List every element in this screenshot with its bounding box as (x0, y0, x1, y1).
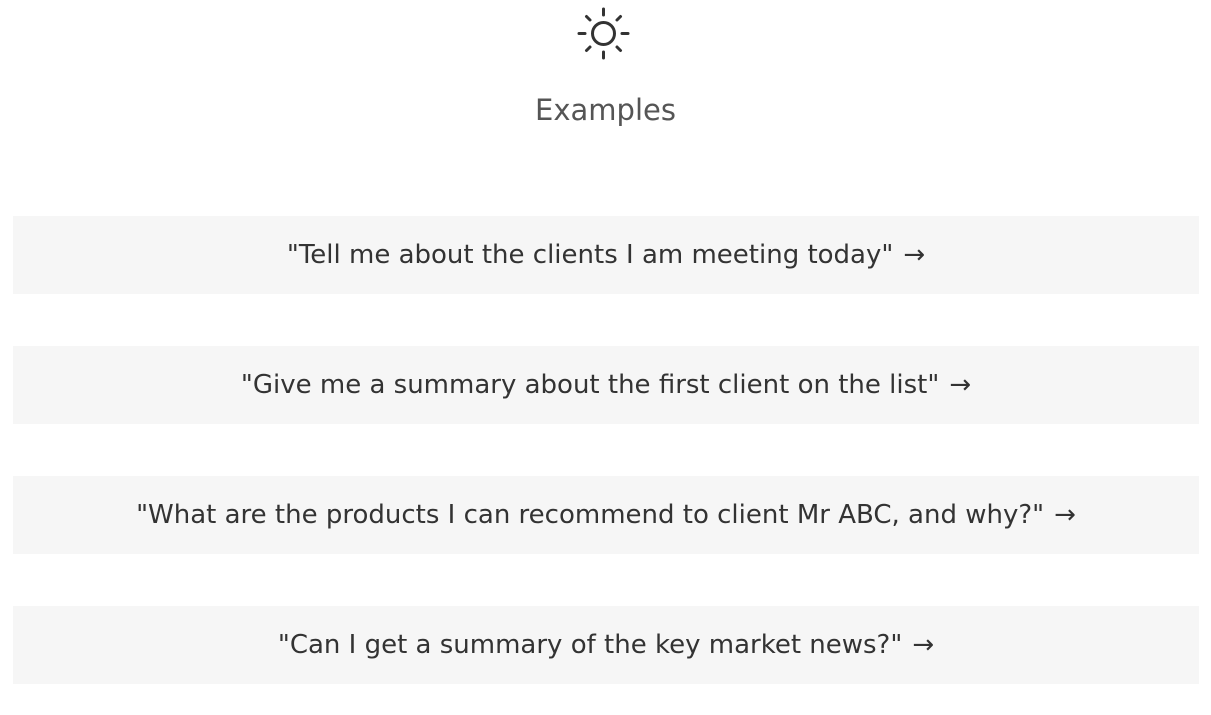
example-prompt-text: "Give me a summary about the first clien… (240, 370, 940, 400)
example-prompt-button[interactable]: "Tell me about the clients I am meeting … (13, 216, 1199, 294)
example-prompt-text: "Can I get a summary of the key market n… (277, 630, 903, 660)
example-prompt-button[interactable]: "Can I get a summary of the key market n… (13, 606, 1199, 684)
examples-list: "Tell me about the clients I am meeting … (13, 216, 1199, 684)
example-prompt-text: "Tell me about the clients I am meeting … (286, 240, 894, 270)
example-prompt-button[interactable]: "Give me a summary about the first clien… (13, 346, 1199, 424)
example-prompt-text: "What are the products I can recommend t… (136, 500, 1045, 530)
example-prompt-button[interactable]: "What are the products I can recommend t… (13, 476, 1199, 554)
arrow-right-icon: → (949, 370, 972, 400)
arrow-right-icon: → (903, 240, 926, 270)
arrow-right-icon: → (1054, 500, 1076, 530)
examples-header: Examples (0, 0, 1211, 150)
sun-icon (577, 7, 630, 60)
page-title: Examples (535, 93, 676, 127)
arrow-right-icon: → (912, 630, 935, 660)
